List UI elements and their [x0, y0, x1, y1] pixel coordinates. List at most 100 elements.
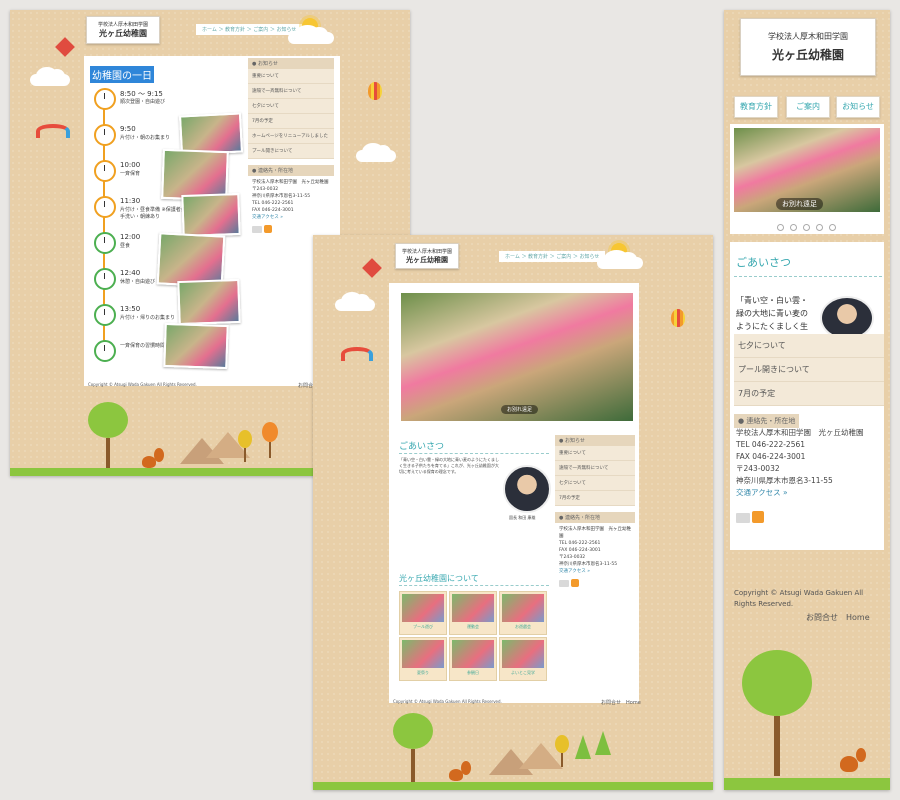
- slide-dots[interactable]: [774, 216, 839, 235]
- crumb-home[interactable]: ホーム: [202, 27, 217, 33]
- tree-icon: [742, 650, 812, 776]
- mail-icon[interactable]: [736, 513, 750, 523]
- greeting-text: 「青い空・白い雲・緑の大地に青い麦のようにたくましく生きる子供たちを育てる」これ…: [399, 457, 499, 474]
- balloon-icon: [368, 82, 382, 100]
- access-link[interactable]: 交通アクセス »: [736, 487, 886, 499]
- crumb-news[interactable]: お知らせ: [579, 254, 599, 260]
- news-link[interactable]: 7月の予定: [734, 382, 884, 406]
- gallery-thumb[interactable]: 参観日: [449, 637, 497, 681]
- cloud-icon: [30, 66, 70, 86]
- about-title: 光ヶ丘幼稚園について: [399, 574, 479, 583]
- crumb-home[interactable]: ホーム: [505, 254, 520, 260]
- footer-links: お問合せ Home: [806, 612, 870, 623]
- crumb-policy[interactable]: 教育方針: [528, 254, 548, 260]
- news-link[interactable]: 重要について: [248, 69, 334, 84]
- contact-heading: ● 連絡先・所在地: [555, 512, 635, 523]
- footer-links: お問合せ Home: [601, 699, 641, 706]
- balloon-icon: [671, 309, 685, 327]
- nav-policy-button[interactable]: 教育方針: [734, 96, 778, 118]
- news-link[interactable]: ホームページをリニューアルしました: [248, 129, 334, 144]
- slide-caption: お別れ遠足: [776, 198, 823, 210]
- pine-tree-icon: [575, 735, 591, 759]
- copyright: Copyright © Atsugi Wada Gakuen All Right…: [734, 589, 864, 608]
- tree-icon: [238, 430, 252, 462]
- contact-info: 学校法人厚木和田学園 光ヶ丘幼稚園 〒243-0032 神奈川県厚木市恩名3-1…: [248, 176, 334, 239]
- clock-icon: [94, 340, 116, 362]
- school-name: 光ヶ丘幼稚園: [406, 256, 448, 264]
- access-link[interactable]: 交通アクセス »: [252, 214, 330, 221]
- home-link[interactable]: Home: [846, 613, 870, 622]
- access-link[interactable]: 交通アクセス »: [559, 568, 631, 575]
- rss-icon[interactable]: [264, 225, 272, 233]
- gallery-thumb[interactable]: お遊戯会: [499, 591, 547, 635]
- breadcrumb: ホーム ＞ 教育方針 ＞ ご案内 ＞ お知らせ: [196, 24, 303, 35]
- cloud-icon: [288, 24, 334, 44]
- school-org: 学校法人厚木和田学園: [401, 249, 452, 255]
- mobile-home-page: 学校法人厚木和田学園 光ヶ丘幼稚園 教育方針 ご案内 お知らせ お別れ遠足 ごあ…: [724, 10, 890, 790]
- sidebar: ● お知らせ 重要について 遠隔で一斉無料について 七夕について 7月の予定 ●…: [555, 435, 635, 593]
- squirrel-icon: [142, 448, 164, 468]
- school-sign[interactable]: 学校法人厚木和田学園 光ヶ丘幼稚園: [86, 16, 160, 44]
- rainbow-icon: [341, 347, 373, 361]
- school-sign[interactable]: 学校法人厚木和田学園 光ヶ丘幼稚園: [395, 243, 459, 269]
- news-link[interactable]: 七夕について: [248, 99, 334, 114]
- tree-icon: [262, 422, 278, 458]
- tree-icon: [393, 713, 433, 783]
- mail-icon[interactable]: [252, 226, 262, 233]
- hero-slideshow[interactable]: [399, 291, 635, 423]
- gallery-thumb[interactable]: 運動会: [449, 591, 497, 635]
- news-link[interactable]: 重要について: [555, 446, 635, 461]
- contact-link[interactable]: お問合せ: [806, 613, 838, 622]
- news-link[interactable]: プール開きについて: [734, 358, 884, 382]
- news-link[interactable]: 七夕について: [734, 334, 884, 358]
- clock-icon: [94, 160, 116, 182]
- squirrel-icon: [449, 761, 471, 781]
- principal-photo: [503, 465, 551, 513]
- photo: [181, 193, 241, 237]
- nav-guide-button[interactable]: ご案内: [786, 96, 830, 118]
- copyright: Copyright © Atsugi Wada Gakuen All Right…: [88, 382, 197, 387]
- crumb-guide[interactable]: ご案内: [253, 27, 268, 33]
- clock-icon: [94, 88, 116, 110]
- cloud-icon: [356, 142, 396, 162]
- kite-icon: [55, 37, 75, 57]
- rss-icon[interactable]: [571, 579, 579, 587]
- news-link[interactable]: プール開きについて: [248, 144, 334, 159]
- mail-icon[interactable]: [559, 580, 569, 587]
- news-link[interactable]: 七夕について: [555, 476, 635, 491]
- principal-name: 園長 和田 康雄: [509, 515, 536, 520]
- crumb-guide[interactable]: ご案内: [556, 254, 571, 260]
- news-link[interactable]: 7月の予定: [555, 491, 635, 506]
- photo: [177, 278, 241, 326]
- contact-heading: ● 連絡先・所在地: [248, 165, 334, 176]
- contact-info: 学校法人厚木和田学園 光ヶ丘幼稚園 TEL 046-222-2561 FAX 0…: [732, 424, 890, 530]
- gallery-thumb[interactable]: プール遊び: [399, 591, 447, 635]
- tree-icon: [555, 735, 569, 767]
- contact-link[interactable]: お問合せ: [601, 700, 621, 706]
- news-link[interactable]: 遠隔で一斉無料について: [555, 461, 635, 476]
- grass: [313, 782, 713, 790]
- gallery-thumb[interactable]: 夏祭り: [399, 637, 447, 681]
- crumb-policy[interactable]: 教育方針: [225, 27, 245, 33]
- news-link[interactable]: 遠隔で一斉無料について: [248, 84, 334, 99]
- clock-icon: [94, 196, 116, 218]
- greeting-title: ごあいさつ: [736, 256, 791, 269]
- school-sign[interactable]: 学校法人厚木和田学園 光ヶ丘幼稚園: [740, 18, 876, 76]
- pine-tree-icon: [595, 731, 611, 755]
- news-list: 七夕について プール開きについて 7月の予定: [734, 334, 884, 406]
- grass: [724, 778, 890, 790]
- kite-icon: [362, 258, 382, 278]
- greeting-title: ごあいさつ: [399, 442, 445, 452]
- nav-news-button[interactable]: お知らせ: [836, 96, 880, 118]
- gallery-thumb[interactable]: よいとこ見学: [499, 637, 547, 681]
- contact-info: 学校法人厚木和田学園 光ヶ丘幼稚園 TEL 046-222-2561 FAX 0…: [555, 523, 635, 593]
- squirrel-icon: [840, 748, 866, 772]
- home-link[interactable]: Home: [626, 700, 641, 706]
- photo: [163, 322, 229, 370]
- desktop-home-page: 学校法人厚木和田学園 光ヶ丘幼稚園 ホーム ＞ 教育方針 ＞ ご案内 ＞ お知ら…: [313, 235, 713, 790]
- school-org: 学校法人厚木和田学園: [97, 22, 148, 28]
- cloud-icon: [335, 291, 375, 311]
- news-link[interactable]: 7月の予定: [248, 114, 334, 129]
- clock-icon: [94, 232, 116, 254]
- rss-icon[interactable]: [752, 511, 764, 523]
